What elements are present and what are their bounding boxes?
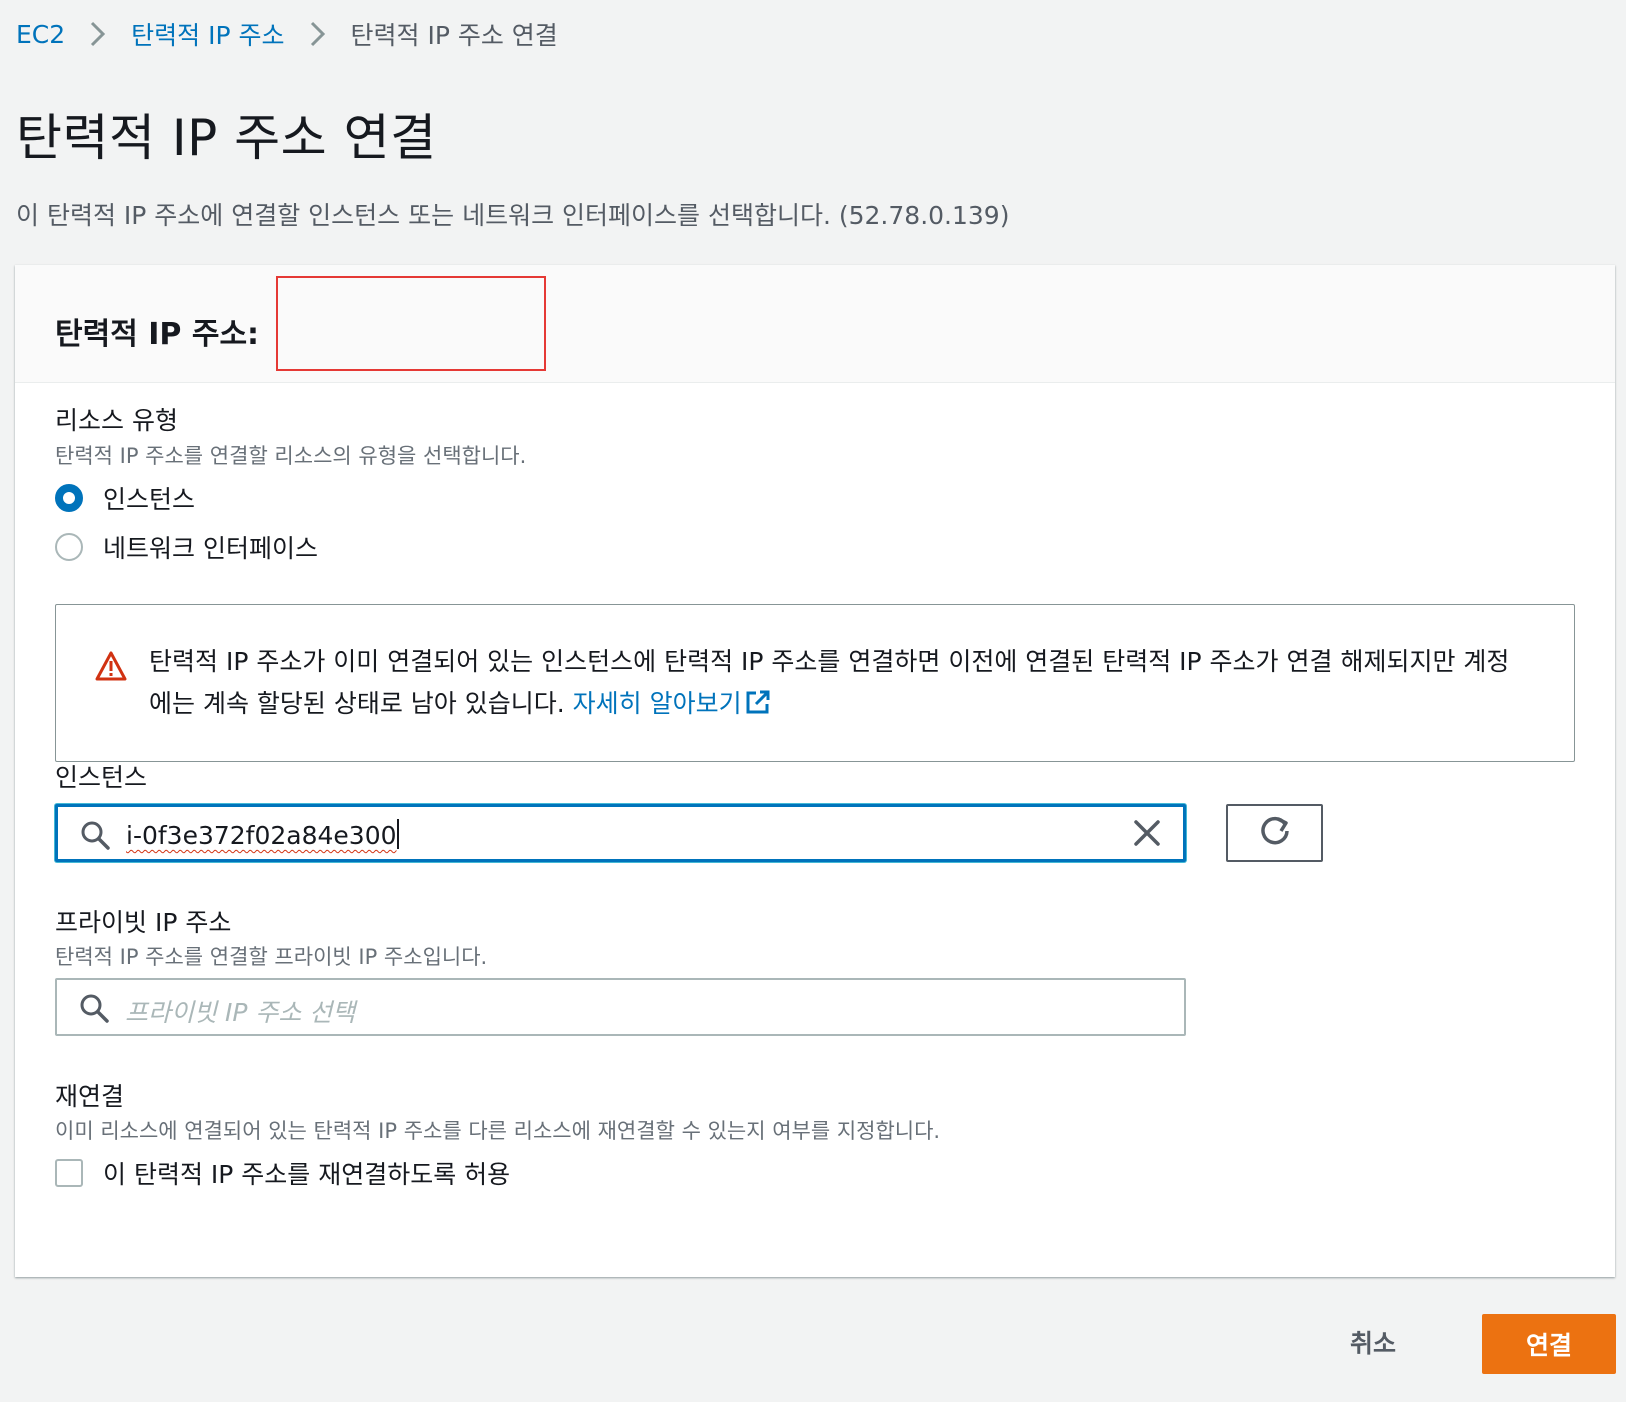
radio-button-checked[interactable]: [55, 484, 83, 512]
breadcrumb-elastic-ip[interactable]: 탄력적 IP 주소: [131, 16, 284, 52]
clear-icon[interactable]: [1133, 819, 1161, 851]
associate-button[interactable]: 연결: [1482, 1314, 1616, 1374]
page-title: 탄력적 IP 주소 연결: [16, 109, 437, 167]
panel-title: 탄력적 IP 주소:: [55, 317, 260, 352]
page-description: 이 탄력적 IP 주소에 연결할 인스턴스 또는 네트워크 인터페이스를 선택합…: [16, 201, 1010, 230]
resource-type-label: 리소스 유형: [55, 406, 178, 435]
learn-more-link[interactable]: 자세히 알아보기: [573, 689, 772, 718]
search-icon: [80, 820, 110, 854]
chevron-right-icon: [89, 20, 107, 48]
instance-label: 인스턴스: [55, 763, 148, 792]
private-ip-placeholder: 프라이빗 IP 주소 선택: [125, 998, 356, 1027]
warning-alert: 탄력적 IP 주소가 이미 연결되어 있는 인스턴스에 탄력적 IP 주소를 연…: [55, 604, 1575, 762]
learn-more-label: 자세히 알아보기: [572, 689, 742, 718]
reassociate-label: 재연결: [55, 1082, 125, 1111]
private-ip-select[interactable]: 프라이빗 IP 주소 선택: [55, 978, 1186, 1036]
redaction-box: [276, 276, 546, 371]
radio-network-interface-label: 네트워크 인터페이스: [103, 534, 318, 563]
text-cursor: [396, 819, 399, 849]
alert-message: 탄력적 IP 주소가 이미 연결되어 있는 인스턴스에 탄력적 IP 주소를 연…: [149, 647, 1510, 718]
search-icon: [79, 993, 109, 1027]
alert-text: 탄력적 IP 주소가 이미 연결되어 있는 인스턴스에 탄력적 IP 주소를 연…: [149, 641, 1519, 729]
instance-id-text: i-0f3e372f02a84e300: [126, 821, 397, 850]
private-ip-description: 탄력적 IP 주소를 연결할 프라이빗 IP 주소입니다.: [55, 945, 488, 969]
external-link-icon: [744, 687, 772, 729]
reassociate-checkbox-label: 이 탄력적 IP 주소를 재연결하도록 허용: [103, 1160, 511, 1189]
private-ip-label: 프라이빗 IP 주소: [55, 908, 232, 937]
refresh-icon: [1258, 814, 1292, 852]
breadcrumb: EC2 탄력적 IP 주소 탄력적 IP 주소 연결: [16, 14, 558, 54]
instance-search-input[interactable]: i-0f3e372f02a84e300: [55, 804, 1186, 862]
cancel-button[interactable]: 취소: [1350, 1318, 1396, 1366]
radio-instance-label: 인스턴스: [103, 485, 196, 514]
reassociate-checkbox[interactable]: [55, 1159, 83, 1187]
associate-panel: 탄력적 IP 주소: 리소스 유형 탄력적 IP 주소를 연결할 리소스의 유형…: [15, 265, 1615, 1277]
refresh-button[interactable]: [1226, 804, 1323, 862]
chevron-right-icon: [309, 20, 327, 48]
reassociate-checkbox-row[interactable]: 이 탄력적 IP 주소를 재연결하도록 허용: [55, 1155, 510, 1191]
warning-icon: [94, 650, 128, 686]
breadcrumb-current: 탄력적 IP 주소 연결: [350, 21, 558, 50]
radio-button[interactable]: [55, 533, 83, 561]
radio-instance[interactable]: 인스턴스: [55, 480, 195, 516]
radio-network-interface[interactable]: 네트워크 인터페이스: [55, 529, 318, 565]
instance-search-value[interactable]: i-0f3e372f02a84e300: [126, 819, 399, 850]
reassociate-description: 이미 리소스에 연결되어 있는 탄력적 IP 주소를 다른 리소스에 재연결할 …: [55, 1119, 941, 1143]
breadcrumb-ec2[interactable]: EC2: [16, 20, 65, 49]
resource-type-description: 탄력적 IP 주소를 연결할 리소스의 유형을 선택합니다.: [55, 444, 527, 468]
panel-header: 탄력적 IP 주소:: [15, 265, 1615, 383]
